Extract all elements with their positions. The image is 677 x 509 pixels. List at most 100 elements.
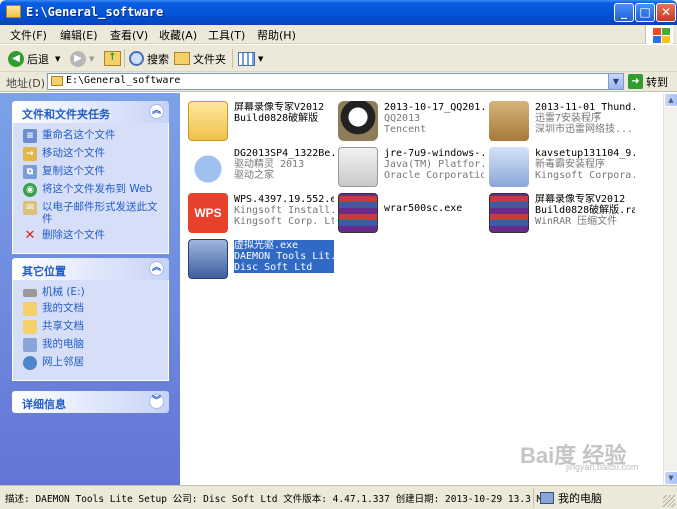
- delete-icon: ✕: [24, 228, 36, 243]
- back-label: 后退: [27, 52, 49, 66]
- task-copy[interactable]: ⧉ 复制这个文件: [23, 165, 168, 179]
- title-bar[interactable]: E:\General_software _ □ ✕: [0, 0, 677, 25]
- toolbar: ◀ 后退 ▼ ▶ ▼ ↑ 搜索 文件夹 ▼: [0, 45, 677, 72]
- file-item-selected[interactable]: 虚拟光驱.exeDAEMON Tools Lit...Disc Soft Ltd: [184, 235, 334, 281]
- other-places-panel: 其它位置 ︽ 机械 (E:) 我的文档 共享文档 我的电脑 网上邻居: [12, 258, 169, 381]
- folders-button[interactable]: 文件夹: [174, 48, 226, 69]
- address-path: E:\General_software: [66, 75, 181, 86]
- task-email[interactable]: ✉ 以电子邮件形式发送此文件: [23, 201, 168, 225]
- details-header[interactable]: 详细信息 ︾: [12, 391, 169, 413]
- forward-button[interactable]: ▶ ▼: [70, 48, 94, 69]
- go-label: 转到: [646, 75, 668, 89]
- task-rename[interactable]: ≡ 重命名这个文件: [23, 129, 168, 143]
- place-network[interactable]: 网上邻居: [23, 356, 168, 370]
- menu-help[interactable]: 帮助(H): [257, 27, 296, 43]
- views-button[interactable]: ▼: [238, 48, 263, 69]
- chevron-up-icon[interactable]: ︽: [149, 104, 164, 119]
- email-icon: ✉: [23, 201, 37, 215]
- rename-icon: ≡: [23, 129, 37, 143]
- other-places-header[interactable]: 其它位置 ︽: [12, 258, 169, 280]
- menu-tools[interactable]: 工具(T): [208, 27, 245, 43]
- menu-edit[interactable]: 编辑(E): [60, 27, 98, 43]
- network-icon: [23, 356, 37, 370]
- status-description: 描述: DAEMON Tools Lite Setup 公司: Disc Sof…: [5, 494, 548, 505]
- chevron-up-icon[interactable]: ︽: [149, 261, 164, 276]
- globe-icon: ◉: [23, 183, 37, 197]
- watermark-url: jingyan.baidu.com: [566, 462, 639, 472]
- address-bar: 地址(D) E:\General_software ▼ ➜ 转到: [0, 72, 677, 92]
- search-label: 搜索: [147, 52, 169, 66]
- go-arrow-icon: ➜: [628, 74, 643, 89]
- task-pane: 文件和文件夹任务 ︽ ≡ 重命名这个文件 → 移动这个文件 ⧉ 复制这个文件 ◉ 将这个…: [0, 93, 180, 485]
- chevron-down-icon[interactable]: ︾: [149, 394, 164, 409]
- winrar-icon: [338, 193, 378, 233]
- file-tasks-panel: 文件和文件夹任务 ︽ ≡ 重命名这个文件 → 移动这个文件 ⧉ 复制这个文件 ◉ 将这个…: [12, 101, 169, 254]
- place-drive-e[interactable]: 机械 (E:): [23, 286, 168, 298]
- up-folder-icon: ↑: [104, 51, 121, 66]
- file-item[interactable]: 2013-10-17_QQ201...QQ2013Tencent: [334, 97, 484, 143]
- file-item[interactable]: kavsetup131104_9...新毒霸安装程序Kingsoft Corpo…: [485, 143, 635, 189]
- dropdown-arrow-icon[interactable]: ▼: [89, 55, 94, 63]
- other-places-body: 机械 (E:) 我的文档 共享文档 我的电脑 网上邻居: [12, 280, 169, 381]
- address-input[interactable]: E:\General_software ▼: [47, 73, 624, 90]
- place-shared-documents[interactable]: 共享文档: [23, 320, 168, 334]
- task-delete[interactable]: ✕ 删除这个文件: [23, 229, 168, 243]
- move-icon: →: [23, 147, 37, 161]
- minimize-button[interactable]: _: [614, 3, 634, 22]
- close-button[interactable]: ✕: [656, 3, 676, 22]
- copy-icon: ⧉: [23, 165, 37, 179]
- computer-icon: [23, 338, 37, 352]
- status-zone: 我的电脑: [540, 490, 602, 506]
- file-item[interactable]: wrar500sc.exe: [334, 189, 484, 235]
- menu-favorites[interactable]: 收藏(A): [159, 27, 197, 43]
- shared-folder-icon: [23, 320, 37, 334]
- address-label: 地址(D): [6, 77, 46, 90]
- file-tasks-header[interactable]: 文件和文件夹任务 ︽: [12, 101, 169, 123]
- windows-logo-icon: [645, 25, 673, 44]
- file-item[interactable]: WPS WPS.4397.19.552.exeKingsoft Install.…: [184, 189, 334, 235]
- panel-title: 其它位置: [22, 265, 66, 278]
- menu-view[interactable]: 查看(V): [110, 27, 148, 43]
- file-item[interactable]: 屏幕录像专家V2012 Build0828破解版.rar WinRAR 压缩文件: [485, 189, 635, 235]
- driver-genius-icon: [188, 147, 228, 187]
- scroll-up-arrow[interactable]: ▲: [664, 93, 677, 107]
- folder-icon: [6, 5, 21, 18]
- menu-bar: 文件(F) 编辑(E) 查看(V) 收藏(A) 工具(T) 帮助(H): [0, 25, 677, 44]
- views-icon: [238, 51, 255, 66]
- thunder-icon: [489, 101, 529, 141]
- folder-icon: [51, 76, 63, 86]
- file-item[interactable]: jre-7u9-windows-...Java(TM) Platfor...Or…: [334, 143, 484, 189]
- place-my-computer[interactable]: 我的电脑: [23, 338, 168, 352]
- go-button[interactable]: ➜ 转到: [628, 73, 668, 90]
- vertical-scrollbar[interactable]: ▲ ▼: [663, 93, 677, 485]
- file-item[interactable]: 2013-11-01_Thund...迅雷7安装程序深圳市迅雷网络技...: [485, 97, 635, 143]
- up-folder-button[interactable]: ↑: [104, 48, 121, 69]
- status-bar: 描述: DAEMON Tools Lite Setup 公司: Disc Sof…: [0, 485, 677, 509]
- daemon-tools-icon: [188, 239, 228, 279]
- folder-icon: [23, 302, 37, 316]
- menu-file[interactable]: 文件(F): [10, 27, 47, 43]
- search-button[interactable]: 搜索: [129, 48, 169, 69]
- wps-icon: WPS: [188, 193, 228, 233]
- file-tasks-body: ≡ 重命名这个文件 → 移动这个文件 ⧉ 复制这个文件 ◉ 将这个文件发布到 Web ✉…: [12, 123, 169, 254]
- resize-grip[interactable]: [663, 495, 675, 507]
- details-panel: 详细信息 ︾: [12, 391, 169, 413]
- dropdown-arrow-icon[interactable]: ▼: [55, 55, 60, 63]
- folder-icon: [188, 101, 228, 141]
- task-move[interactable]: → 移动这个文件: [23, 147, 168, 161]
- dropdown-arrow-icon[interactable]: ▼: [258, 55, 263, 63]
- chevron-down-icon[interactable]: ▼: [608, 74, 623, 89]
- file-item[interactable]: DG2013SP4_1322Be...驱动精灵 2013驱动之家: [184, 143, 334, 189]
- scroll-down-arrow[interactable]: ▼: [664, 471, 677, 485]
- back-button[interactable]: ◀ 后退 ▼: [8, 48, 60, 69]
- file-item[interactable]: 屏幕录像专家V2012 Build0828破解版: [184, 97, 334, 143]
- back-arrow-icon: ◀: [8, 50, 24, 67]
- panel-title: 文件和文件夹任务: [22, 108, 110, 121]
- status-zone-label: 我的电脑: [558, 492, 602, 505]
- panel-title: 详细信息: [22, 398, 66, 411]
- folders-icon: [174, 52, 190, 65]
- place-my-documents[interactable]: 我的文档: [23, 302, 168, 316]
- maximize-button[interactable]: □: [635, 3, 655, 22]
- qq-icon: [338, 101, 378, 141]
- task-publish-web[interactable]: ◉ 将这个文件发布到 Web: [23, 183, 168, 197]
